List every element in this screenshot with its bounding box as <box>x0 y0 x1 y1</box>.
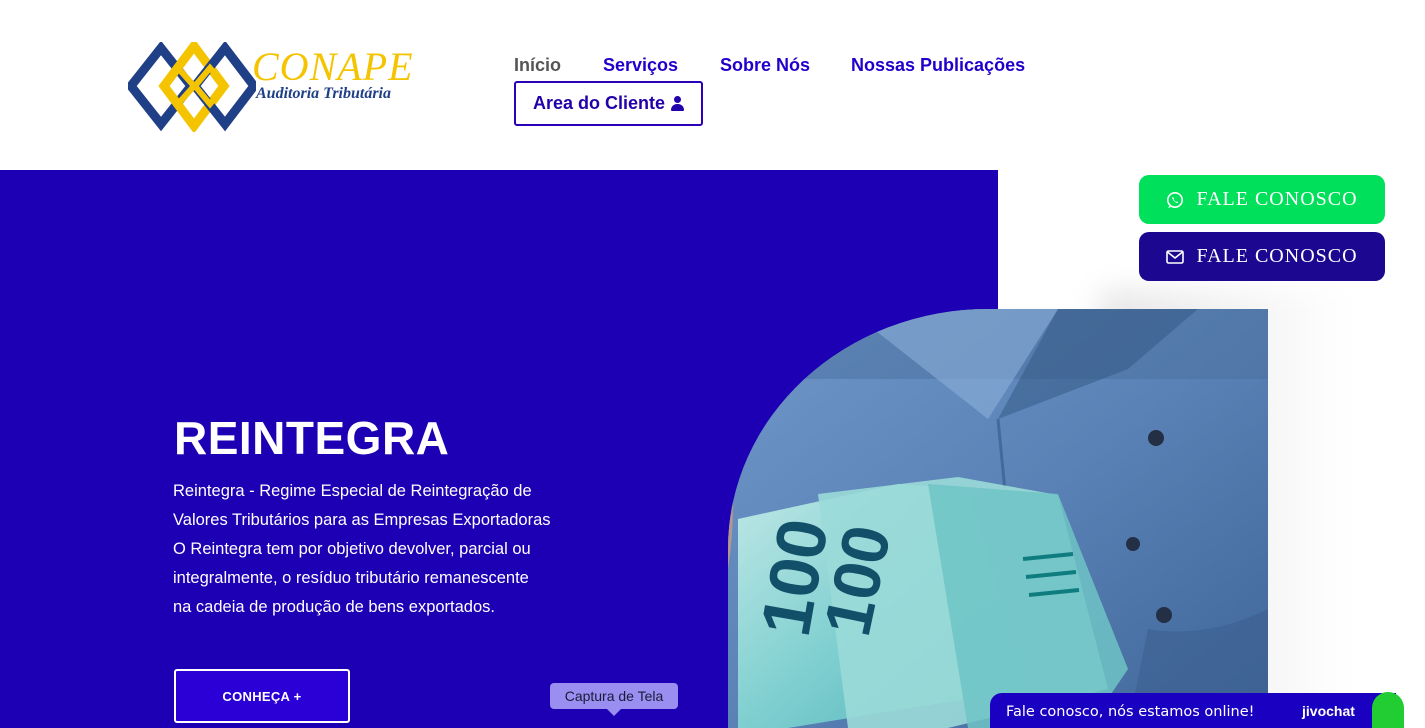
page: CONAPE Auditoria Tributária Início Servi… <box>0 0 1425 728</box>
jivochat-logo: jivochat <box>1302 703 1355 719</box>
mail-icon <box>1166 249 1185 264</box>
email-contact-label: FALE CONOSCO <box>1196 245 1358 267</box>
hero-line: O Reintegra tem por objetivo devolver, p… <box>173 540 531 558</box>
nav-item-inicio[interactable]: Início <box>514 55 561 76</box>
hero-line: na cadeia de produção de bens exportados… <box>173 598 495 616</box>
hero-line: Reintegra - Regime Especial de Reintegra… <box>173 482 532 500</box>
nav-item-sobre-nos[interactable]: Sobre Nós <box>720 55 810 76</box>
live-chat-bar[interactable]: Fale conosco, nós estamos online! jivoch… <box>990 693 1396 728</box>
nav-item-publicacoes[interactable]: Nossas Publicações <box>851 55 1025 76</box>
screenshot-tooltip: Captura de Tela <box>550 683 678 716</box>
conheca-button[interactable]: CONHEÇA + <box>174 669 350 723</box>
chat-bubble-icon[interactable] <box>1372 692 1404 728</box>
client-area-button[interactable]: Area do Cliente <box>514 81 703 126</box>
nav-item-servicos[interactable]: Serviços <box>603 55 678 76</box>
whatsapp-contact-button[interactable]: FALE CONOSCO <box>1139 175 1385 224</box>
brand-tagline: Auditoria Tributária <box>256 85 391 102</box>
brand-name: CONAPE <box>252 44 414 89</box>
logo-mark-icon <box>125 38 260 134</box>
whatsapp-contact-label: FALE CONOSCO <box>1196 188 1358 210</box>
client-area-label: Area do Cliente <box>532 93 666 113</box>
chat-prompt: Fale conosco, nós estamos online! <box>1006 704 1255 720</box>
hero-line: Valores Tributários para as Empresas Exp… <box>173 511 551 529</box>
whatsapp-icon <box>1167 191 1184 208</box>
hero-title: REINTEGRA <box>174 412 450 464</box>
hero-line: integralmente, o resíduo tributário rema… <box>173 569 529 587</box>
user-icon <box>671 96 685 111</box>
email-contact-button[interactable]: FALE CONOSCO <box>1139 232 1385 281</box>
hero-description: Reintegra - Regime Especial de Reintegra… <box>173 477 583 622</box>
